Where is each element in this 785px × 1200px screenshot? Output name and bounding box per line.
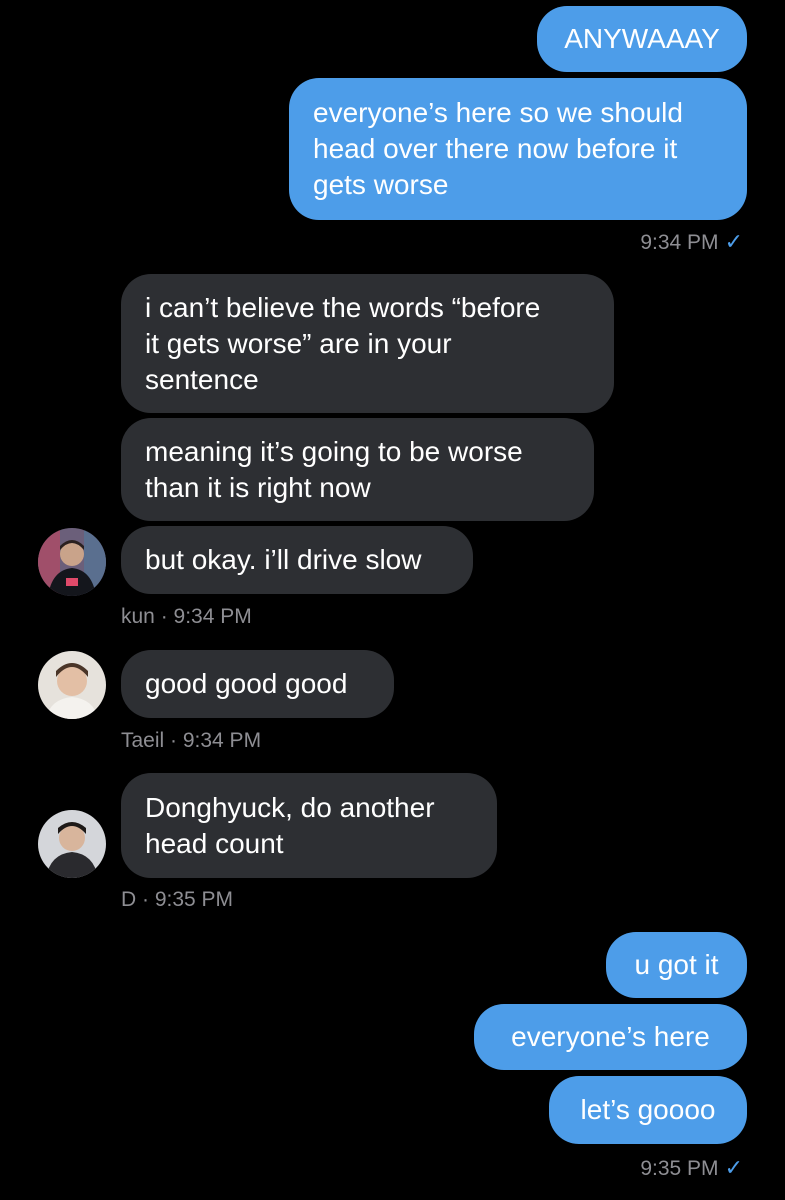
outgoing-message[interactable]: everyone’s here [474,1004,747,1070]
avatar-kun[interactable] [38,528,106,596]
outgoing-message[interactable]: u got it [606,932,747,998]
checkmark-icon: ✓ [724,229,743,254]
sender-meta-taeil: Taeil · 9:34 PM [121,729,262,752]
incoming-message[interactable]: i can’t believe the words “before it get… [121,274,614,413]
sender-meta-d: D · 9:35 PM [121,888,234,911]
incoming-message[interactable]: good good good [121,650,394,718]
incoming-message[interactable]: Donghyuck, do another head count [121,773,497,878]
sender-meta-kun: kun · 9:34 PM [121,605,252,628]
outgoing-message[interactable]: let’s goooo [549,1076,747,1144]
timestamp-text: 9:35 PM [640,1157,719,1180]
outgoing-message[interactable]: ANYWAAAY [537,6,747,72]
message-timestamp: 9:35 PM ✓ [640,1155,743,1181]
incoming-message[interactable]: but okay. i’ll drive slow [121,526,473,594]
avatar-d[interactable] [38,810,106,878]
message-timestamp: 9:34 PM ✓ [640,229,743,255]
incoming-message[interactable]: meaning it’s going to be worse than it i… [121,418,594,521]
outgoing-message[interactable]: everyone’s here so we should head over t… [289,78,747,220]
checkmark-icon: ✓ [724,1155,743,1180]
avatar-taeil[interactable] [38,651,106,719]
timestamp-text: 9:34 PM [640,231,719,254]
